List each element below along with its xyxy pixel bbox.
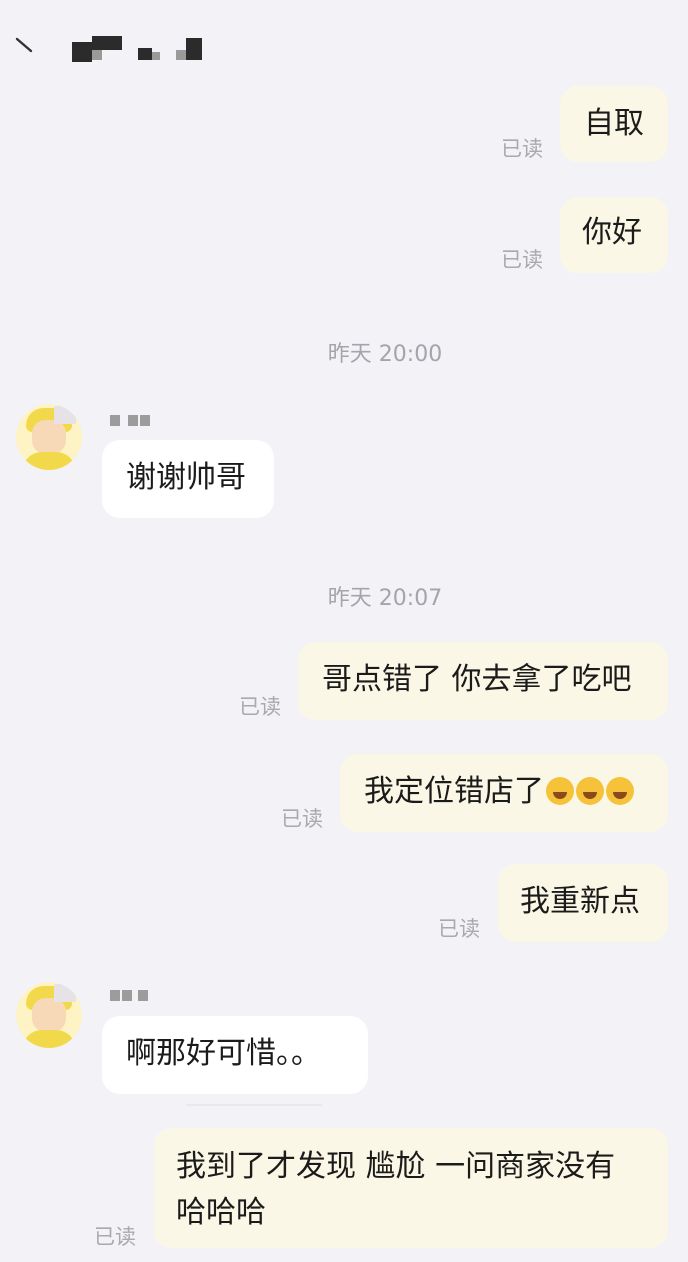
message-bubble-outgoing[interactable]: 你好 [560,197,668,273]
message-text: 你好 [582,215,642,250]
message-bubble-incoming[interactable]: 谢谢帅哥 [102,440,274,518]
message-text: 自取 [584,106,644,141]
message-text-line: 哈哈哈 [176,1195,266,1230]
laughing-with-tears-icon [576,777,604,805]
read-receipt: 已读 [438,917,480,941]
read-receipt: 已读 [501,137,543,161]
message-text: 我重新点 [520,884,640,919]
laughing-with-tears-icon [546,777,574,805]
timestamp: 昨天 20:00 [327,342,443,367]
message-bubble-outgoing[interactable]: 自取 [560,86,668,162]
message-text: 哥点错了 你去拿了吃吧 [322,662,632,697]
read-receipt: 已读 [239,695,281,719]
message-bubble-outgoing[interactable]: 我定位错店了 [340,754,668,832]
message-text: 啊那好可惜。。 [126,1036,321,1071]
message-text: 谢谢帅哥 [126,460,246,495]
message-bubble-outgoing[interactable]: 哥点错了 你去拿了吃吧 [298,642,668,720]
message-text: 我定位错店了 [364,774,544,809]
message-bubble-incoming[interactable]: 啊那好可惜。。 [102,1016,368,1094]
message-bubble-outgoing[interactable]: 我到了才发现 尴尬 一问商家没有 哈哈哈 [154,1128,668,1248]
contact-avatar[interactable] [16,982,82,1048]
read-receipt: 已读 [94,1225,136,1249]
laughing-with-tears-icon [606,777,634,805]
message-text-line: 我到了才发现 尴尬 一问商家没有 [176,1149,616,1184]
contact-avatar[interactable] [16,404,82,470]
read-receipt: 已读 [281,807,323,831]
timestamp: 昨天 20:07 [327,586,443,611]
read-receipt: 已读 [501,248,543,272]
divider [186,1104,322,1106]
message-bubble-outgoing[interactable]: 我重新点 [498,864,668,942]
back-icon[interactable] [14,36,34,54]
